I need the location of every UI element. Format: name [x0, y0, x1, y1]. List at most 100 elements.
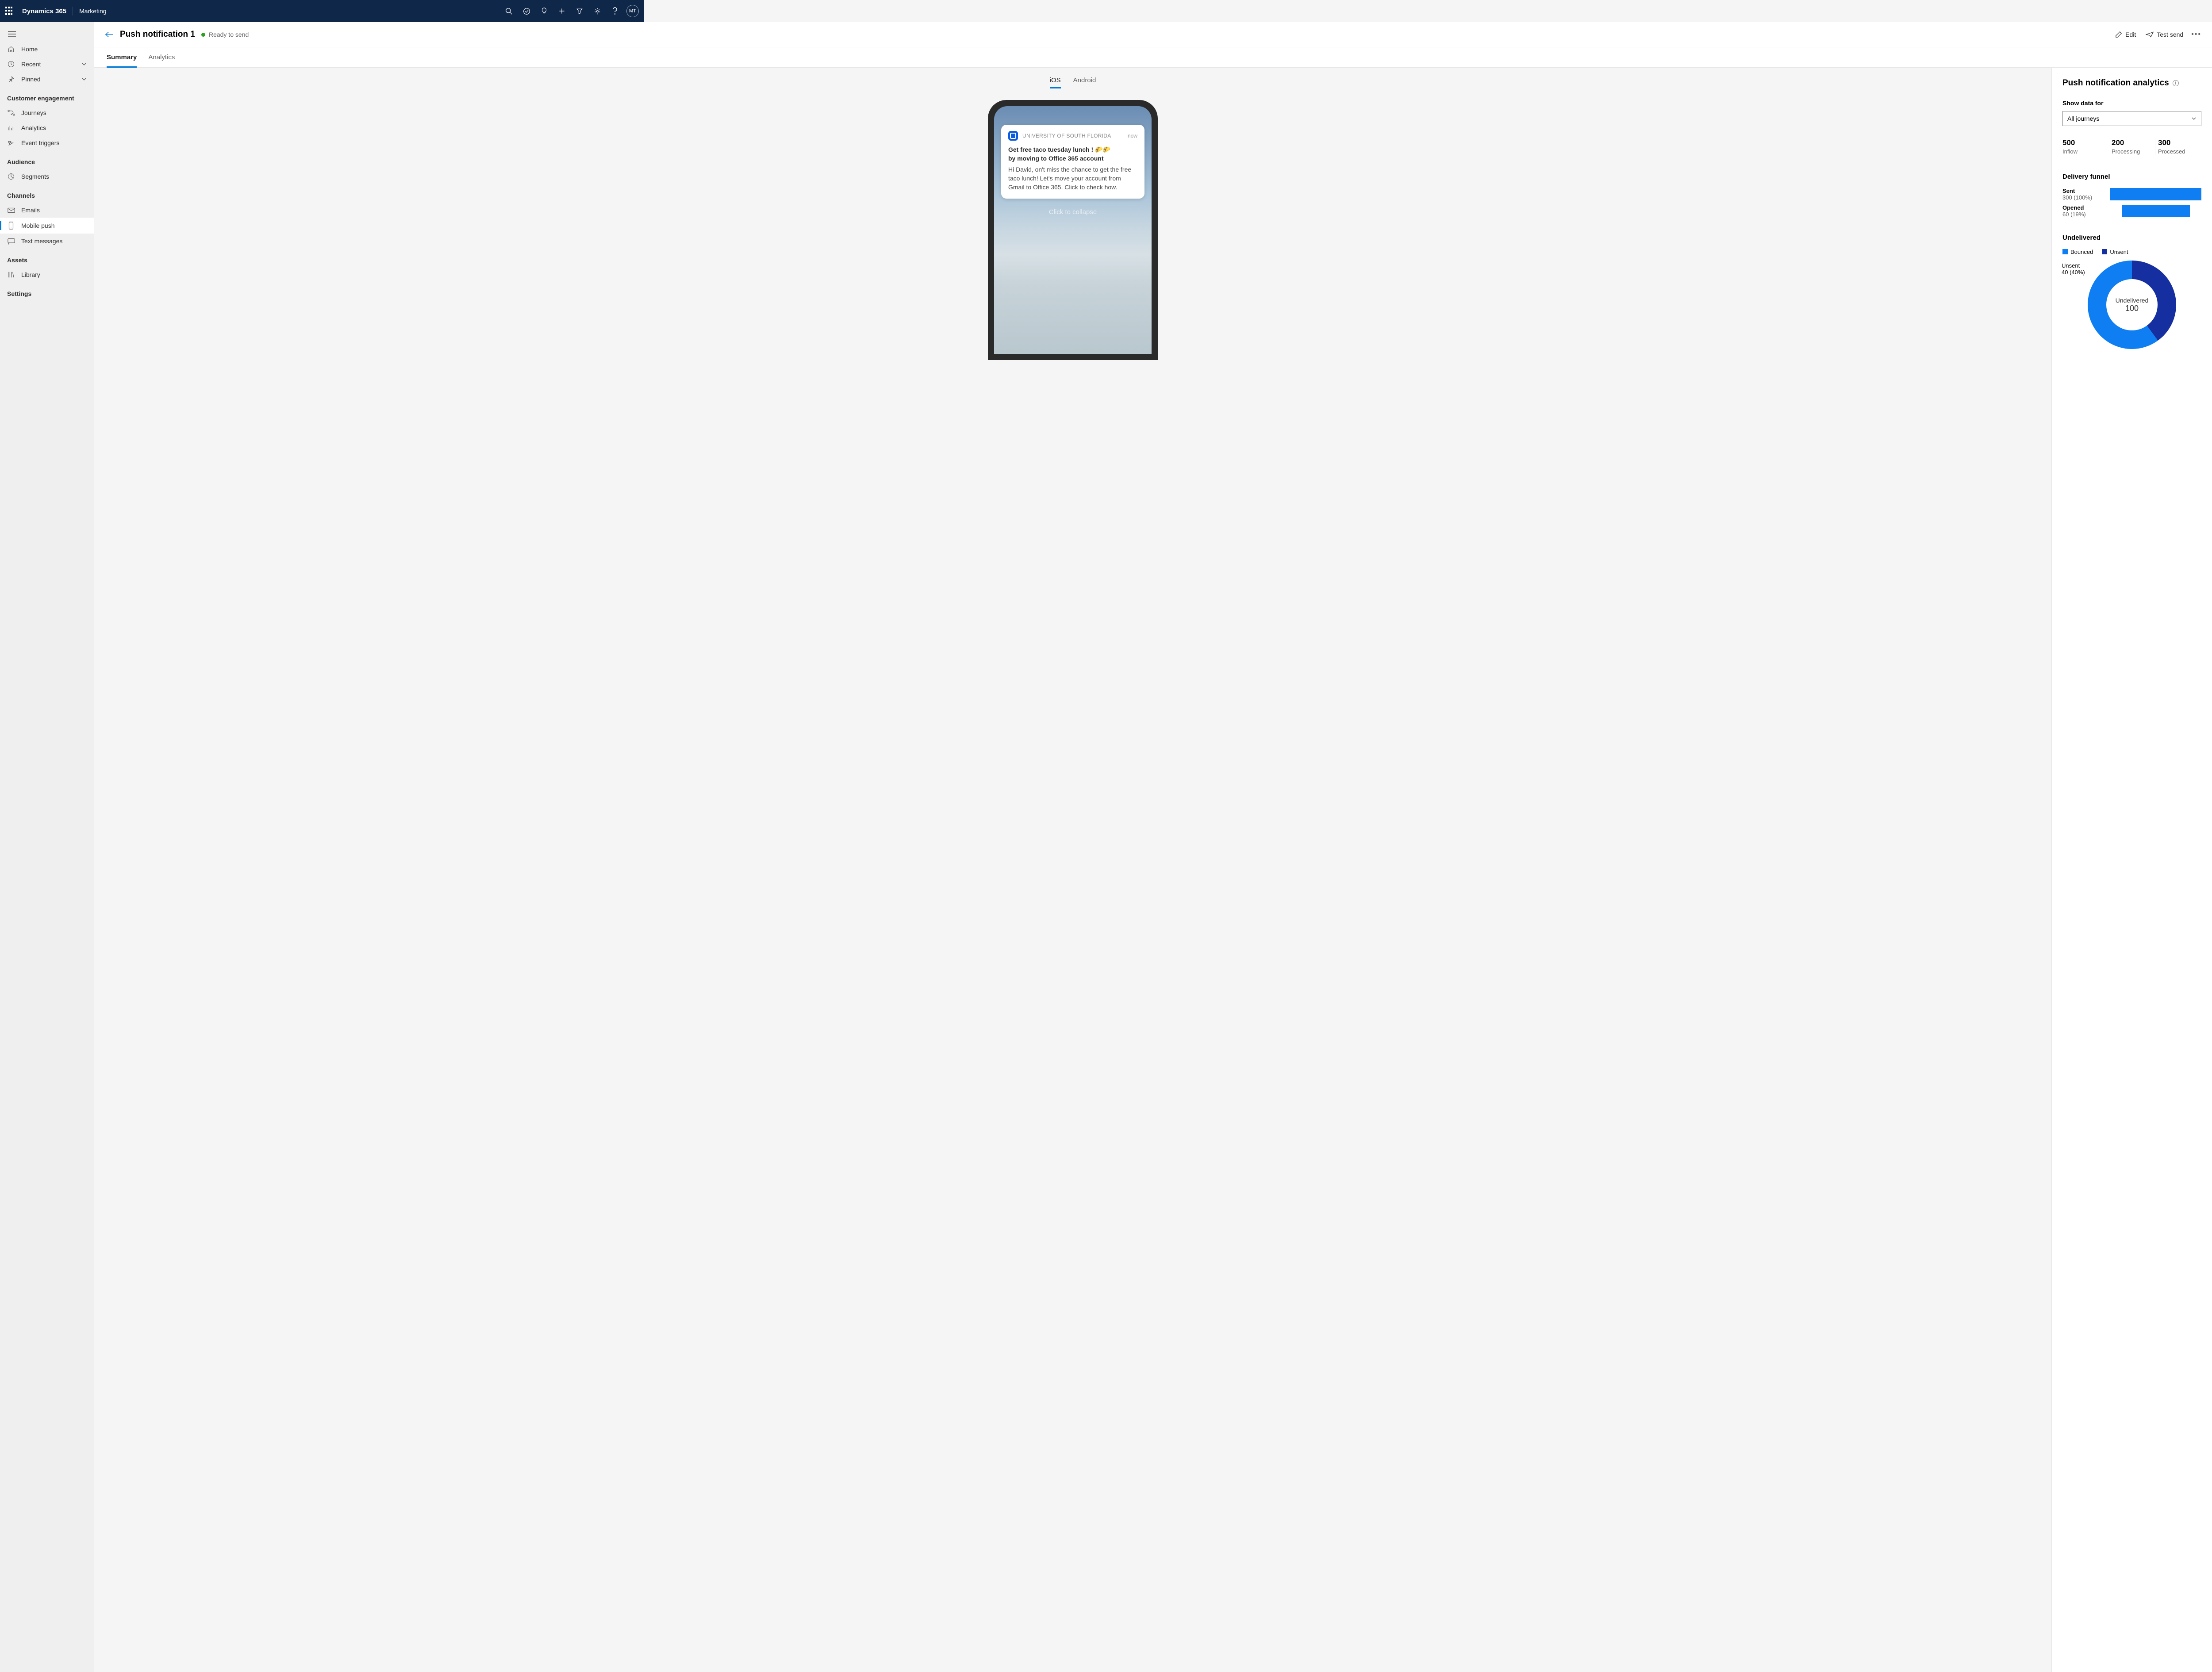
chevron-down-icon: [81, 77, 87, 82]
nav-group-header: Settings: [0, 282, 94, 301]
donut-center-label: Undelivered: [2116, 297, 2149, 304]
test-send-button[interactable]: Test send: [2146, 31, 2183, 38]
nav-label: Pinned: [21, 76, 41, 83]
preview-platform-tabs: iOS Android: [1050, 77, 1096, 88]
collapse-button[interactable]: Click to collapse: [1001, 208, 1144, 216]
clock-icon: [7, 61, 15, 68]
page-title: Push notification 1: [120, 30, 195, 39]
info-icon[interactable]: i: [2173, 80, 2179, 86]
settings-icon[interactable]: [588, 0, 606, 22]
metric-label: Inflow: [2062, 148, 2101, 155]
nav-analytics[interactable]: Analytics: [0, 120, 94, 135]
metrics-row: 500 Inflow 200 Processing 300 Processed: [2062, 138, 2201, 163]
page-body: Push notification 1 Ready to send Edit T…: [94, 22, 2212, 1672]
send-icon: [2146, 31, 2154, 38]
funnel-bar: [2122, 205, 2190, 217]
metric-processed: 300 Processed: [2155, 138, 2201, 155]
analytics-title-text: Push notification analytics: [2062, 78, 2169, 88]
lightbulb-icon[interactable]: [535, 0, 553, 22]
metric-label: Processing: [2112, 148, 2151, 155]
nav-label: Home: [21, 46, 38, 53]
select-value: All journeys: [2067, 115, 2099, 122]
app-launcher-icon[interactable]: [5, 7, 14, 15]
metric-value: 300: [2158, 138, 2197, 147]
brand-label: Dynamics 365: [22, 8, 66, 15]
nav-collapse-button[interactable]: [0, 27, 94, 42]
donut-center: Undelivered 100: [2106, 279, 2158, 330]
filter-label: Show data for: [2062, 100, 2201, 107]
nav-label: Event triggers: [21, 139, 59, 146]
home-icon: [7, 46, 15, 53]
library-icon: [7, 271, 15, 278]
funnel-detail: 300 (100%): [2062, 194, 2110, 201]
more-actions-button[interactable]: •••: [2191, 31, 2201, 38]
action-label: Edit: [2125, 31, 2136, 38]
nav-label: Emails: [21, 207, 40, 214]
preview-tab-ios[interactable]: iOS: [1050, 77, 1061, 88]
nav-emails[interactable]: Emails: [0, 203, 94, 218]
analytics-title: Push notification analytics i: [2062, 78, 2201, 88]
notification-title-line2: by moving to Office 365 account: [1008, 154, 1137, 163]
nav-group-header: Channels: [0, 184, 94, 203]
edit-button[interactable]: Edit: [2115, 31, 2136, 38]
back-button[interactable]: [105, 31, 117, 38]
chevron-down-icon: [81, 61, 87, 67]
metric-label: Processed: [2158, 148, 2197, 155]
funnel-detail: 60 (19%): [2062, 211, 2110, 218]
nav-group-header: Assets: [0, 249, 94, 267]
app-icon: [1008, 131, 1018, 141]
area-label: Marketing: [79, 8, 106, 15]
nav-recent[interactable]: Recent: [0, 57, 94, 72]
metric-value: 200: [2112, 138, 2151, 147]
funnel-title: Delivery funnel: [2062, 173, 2201, 180]
donut-chart-wrap: Unsent 40 (40%) Undelivered 100: [2062, 261, 2201, 349]
nav-label: Recent: [21, 61, 41, 68]
status-dot: [201, 33, 205, 37]
nav-library[interactable]: Library: [0, 267, 94, 282]
metric-value: 500: [2062, 138, 2101, 147]
swatch-icon: [2102, 249, 2107, 254]
preview-tab-android[interactable]: Android: [1073, 77, 1096, 88]
user-avatar[interactable]: MT: [626, 5, 639, 17]
top-nav-bar: Dynamics 365 Marketing MT: [0, 0, 644, 22]
filter-icon[interactable]: [571, 0, 588, 22]
swatch-icon: [2062, 249, 2068, 254]
task-icon[interactable]: [518, 0, 535, 22]
nav-group-header: Customer engagement: [0, 87, 94, 105]
page-tabs: Summary Analytics: [94, 47, 2212, 68]
donut-chart: Undelivered 100: [2088, 261, 2176, 349]
nav-pinned[interactable]: Pinned: [0, 72, 94, 87]
action-label: Test send: [2157, 31, 2183, 38]
nav-label: Journeys: [21, 109, 46, 116]
chat-icon: [7, 238, 15, 245]
nav-label: Analytics: [21, 124, 46, 131]
metric-inflow: 500 Inflow: [2062, 138, 2106, 155]
undelivered-legend: Bounced Unsent: [2062, 249, 2201, 255]
nav-mobile-push[interactable]: Mobile push: [0, 218, 94, 234]
trigger-icon: [7, 140, 15, 146]
analytics-icon: [7, 125, 15, 131]
nav-label: Segments: [21, 173, 49, 180]
nav-text-messages[interactable]: Text messages: [0, 234, 94, 249]
tab-analytics[interactable]: Analytics: [148, 47, 175, 67]
funnel-row-sent: Sent 300 (100%): [2062, 188, 2201, 201]
nav-segments[interactable]: Segments: [0, 169, 94, 184]
nav-home[interactable]: Home: [0, 42, 94, 57]
add-icon[interactable]: [553, 0, 571, 22]
donut-slice-label: Unsent 40 (40%): [2062, 262, 2085, 276]
search-icon[interactable]: [500, 0, 518, 22]
legend-bounced: Bounced: [2062, 249, 2093, 255]
nav-journeys[interactable]: Journeys: [0, 105, 94, 120]
pencil-icon: [2115, 31, 2122, 38]
notification-title-line1: Get free taco tuesday lunch ! 🌮🌮: [1008, 145, 1137, 154]
funnel-row-opened: Opened 60 (19%): [2062, 204, 2201, 218]
help-icon[interactable]: [606, 0, 624, 22]
nav-event-triggers[interactable]: Event triggers: [0, 135, 94, 150]
notification-card: UNIVERSITY OF SOUTH FLORIDA now Get free…: [1001, 125, 1144, 199]
journeys-icon: [7, 110, 15, 116]
nav-label: Mobile push: [21, 222, 55, 229]
nav-label: Text messages: [21, 238, 62, 245]
tab-summary[interactable]: Summary: [107, 47, 137, 67]
journey-filter-select[interactable]: All journeys: [2062, 111, 2201, 126]
phone-mockup: UNIVERSITY OF SOUTH FLORIDA now Get free…: [988, 100, 1158, 360]
